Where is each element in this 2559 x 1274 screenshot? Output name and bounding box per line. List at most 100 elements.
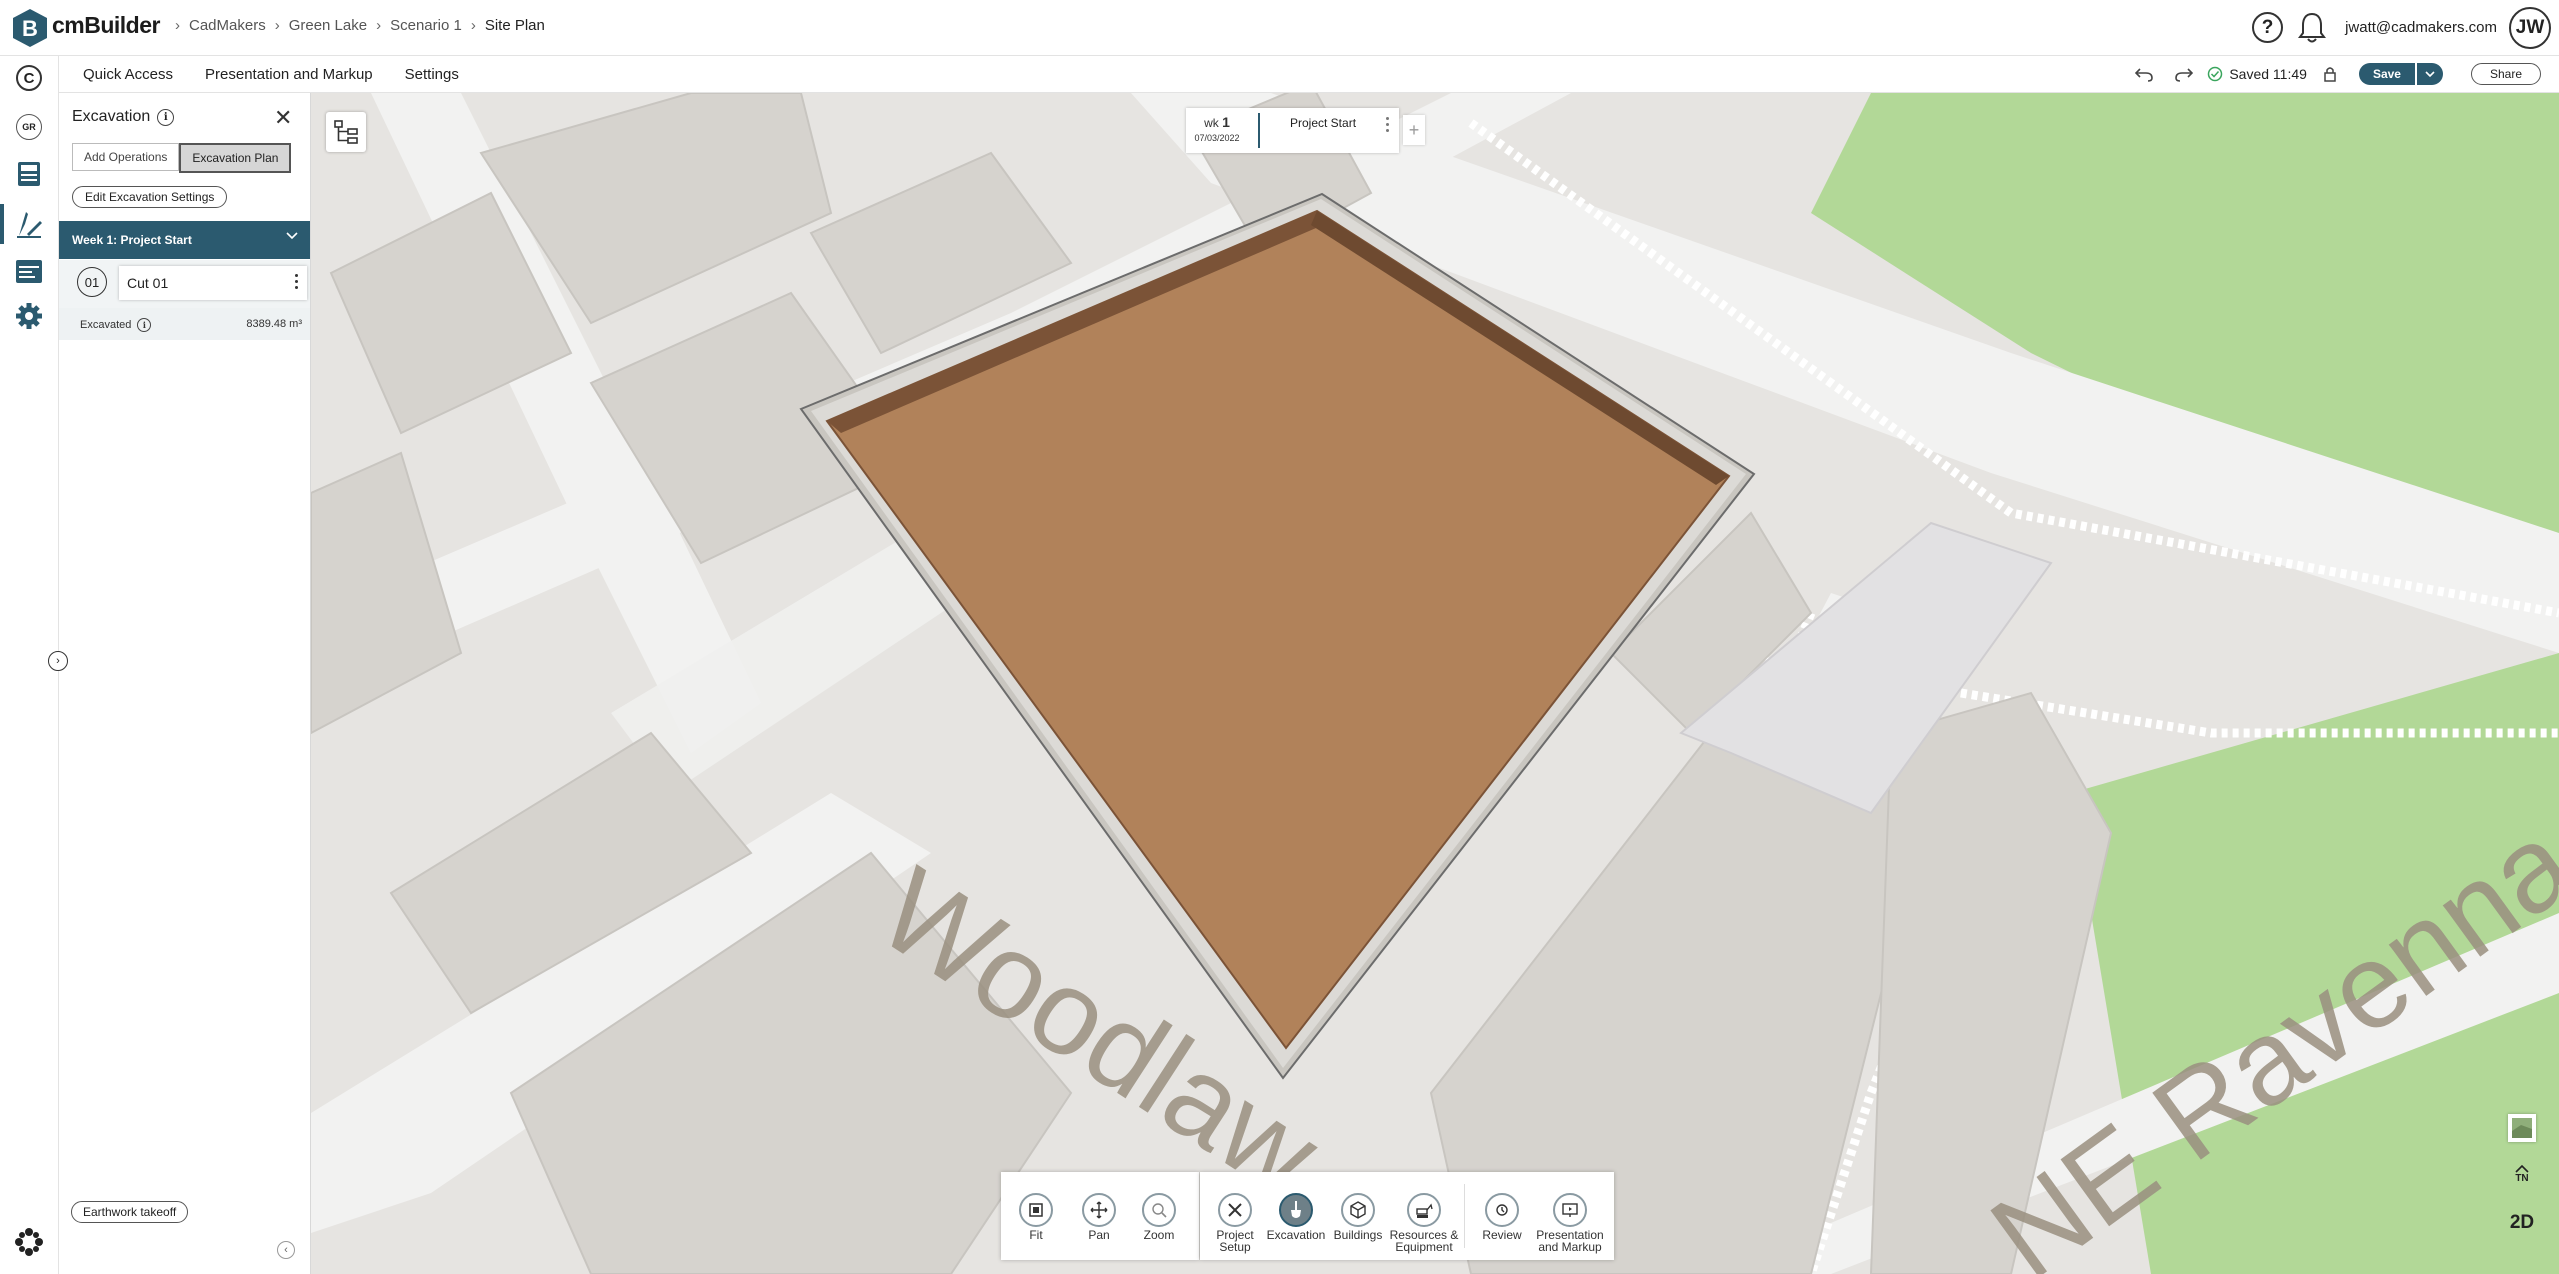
saved-text: Saved 11:49 xyxy=(2229,66,2307,82)
tab-excavation-plan[interactable]: Excavation Plan xyxy=(179,143,292,173)
week-date: 07/03/2022 xyxy=(1194,133,1240,143)
list-item[interactable]: 01 Cut 01 xyxy=(59,260,310,308)
excavation-button[interactable]: Excavation xyxy=(1261,1172,1331,1260)
tab-add-operations[interactable]: Add Operations xyxy=(72,143,180,171)
earthwork-takeoff-button[interactable]: Earthwork takeoff xyxy=(71,1201,189,1223)
edit-excavation-settings-button[interactable]: Edit Excavation Settings xyxy=(72,186,228,208)
layer-tree-button[interactable] xyxy=(326,112,366,152)
chevron-left-icon[interactable]: ‹ xyxy=(277,1241,295,1259)
fit-button[interactable]: Fit xyxy=(1001,1172,1071,1260)
gear-icon[interactable] xyxy=(13,300,45,332)
header-actions: ? jwatt@cadmakers.com JW xyxy=(2252,0,2559,55)
cut-name: Cut 01 xyxy=(127,275,169,291)
check-circle-icon xyxy=(2208,66,2223,82)
redo-icon[interactable] xyxy=(2175,66,2194,82)
north-arrow-button[interactable]: TN xyxy=(2508,1160,2536,1188)
excavated-label: Excavated xyxy=(80,319,132,331)
menu-presentation-markup[interactable]: Presentation and Markup xyxy=(205,66,373,83)
north-arrow-icon xyxy=(2515,1164,2529,1173)
add-week-button[interactable]: + xyxy=(1403,115,1425,145)
chevron-right-icon: › xyxy=(376,17,382,34)
cut-number-badge: 01 xyxy=(77,267,107,297)
undo-icon[interactable] xyxy=(2135,66,2154,82)
review-label: Review xyxy=(1482,1228,1522,1242)
excavation-label: Excavation xyxy=(1266,1228,1326,1242)
presentation-label-2: and Markup xyxy=(1538,1240,1602,1254)
share-button[interactable]: Share xyxy=(2470,63,2541,85)
calculator-icon[interactable] xyxy=(13,158,45,190)
active-indicator xyxy=(0,204,4,244)
view-controls: Fit Pan Zoom xyxy=(1001,1172,1199,1260)
more-options-icon[interactable] xyxy=(1386,117,1389,135)
tools-icon xyxy=(1218,1193,1252,1227)
week-timeline[interactable]: wk 1 07/03/2022 Project Start xyxy=(1186,108,1399,153)
toolbar-divider xyxy=(1464,1184,1465,1248)
breadcrumb-item-current: Site Plan xyxy=(484,17,545,34)
project-setup-label-2: Setup xyxy=(1219,1240,1251,1254)
building-icon xyxy=(1341,1193,1375,1227)
review-button[interactable]: Review xyxy=(1467,1172,1537,1260)
week-num: 1 xyxy=(1222,114,1230,130)
presentation-markup-button[interactable]: Presentation and Markup xyxy=(1535,1172,1605,1260)
cut-card[interactable]: Cut 01 xyxy=(119,266,307,300)
avatar[interactable]: JW xyxy=(2509,6,2551,49)
main-menu: Quick Access Presentation and Markup Set… xyxy=(59,56,467,92)
site-map[interactable]: Woodlaw NE Ravenna xyxy=(311,93,2559,1274)
svg-text:B: B xyxy=(22,16,38,41)
presentation-label: Presentation and Markup xyxy=(1535,1229,1605,1253)
view-mode-toggle[interactable]: 2D xyxy=(2508,1209,2536,1237)
question-icon[interactable]: ? xyxy=(2252,12,2284,43)
presentation-icon xyxy=(1553,1193,1587,1227)
resources-label: Resources & Equipment xyxy=(1389,1229,1459,1253)
week-header[interactable]: Week 1: Project Start xyxy=(59,221,310,259)
panel-title-text: Excavation xyxy=(72,108,151,125)
excavator-icon xyxy=(1407,1193,1441,1227)
week-header-label: Week 1: Project Start xyxy=(72,233,192,247)
save-button[interactable]: Save xyxy=(2358,63,2415,85)
schedule-icon[interactable] xyxy=(13,255,45,287)
shovel-icon xyxy=(1279,1193,1313,1227)
close-icon[interactable]: ✕ xyxy=(274,105,292,131)
c-logo-icon[interactable]: C xyxy=(13,62,45,94)
zoom-button[interactable]: Zoom xyxy=(1124,1172,1194,1260)
map-viewport[interactable]: Woodlaw NE Ravenna xyxy=(311,93,2559,1274)
network-icon[interactable] xyxy=(13,1226,45,1258)
save-dropdown-button[interactable] xyxy=(2416,63,2443,85)
timeline-divider xyxy=(1258,113,1260,148)
menu-settings[interactable]: Settings xyxy=(405,66,459,83)
fit-icon xyxy=(1019,1193,1053,1227)
chevron-down-icon[interactable] xyxy=(286,232,298,240)
menu-bar: Quick Access Presentation and Markup Set… xyxy=(59,56,2559,93)
info-icon[interactable]: i xyxy=(157,108,175,126)
review-icon xyxy=(1485,1193,1519,1227)
design-tool-icon[interactable] xyxy=(13,208,45,240)
info-icon[interactable]: i xyxy=(137,318,152,332)
save-status: Saved 11:49 xyxy=(2207,66,2307,82)
week-label: wk xyxy=(1204,116,1219,130)
lock-icon[interactable] xyxy=(2323,66,2337,82)
breadcrumb-item-project[interactable]: Green Lake xyxy=(289,17,367,34)
breadcrumb-item-company[interactable]: CadMakers xyxy=(189,17,266,34)
basemap-toggle-button[interactable] xyxy=(2508,1114,2536,1142)
gr-badge[interactable]: GR xyxy=(13,111,45,143)
more-options-icon[interactable] xyxy=(295,274,298,292)
menu-quick-access[interactable]: Quick Access xyxy=(83,66,173,83)
excavated-label-wrap: Excavated i xyxy=(80,318,152,332)
week-number: wk 1 xyxy=(1194,114,1240,130)
top-bar: B cmBuilder › CadMakers › Green Lake › S… xyxy=(0,0,2559,56)
chevron-right-icon: › xyxy=(175,17,180,34)
chevron-right-icon[interactable]: › xyxy=(48,651,68,671)
resources-equipment-button[interactable]: Resources & Equipment xyxy=(1389,1172,1459,1260)
breadcrumb-item-scenario[interactable]: Scenario 1 xyxy=(390,17,462,34)
phase-name: Project Start xyxy=(1290,116,1357,130)
fit-label: Fit xyxy=(1029,1228,1043,1242)
user-email[interactable]: jwatt@cadmakers.com xyxy=(2345,19,2497,36)
project-setup-button[interactable]: Project Setup xyxy=(1200,1172,1270,1260)
brand-name: cmBuilder xyxy=(52,12,160,38)
excavated-summary: Excavated i 8389.48 m³ xyxy=(59,308,310,340)
true-north-label: TN xyxy=(2515,1172,2529,1184)
excavation-panel: Excavation i ✕ Add Operations Excavation… xyxy=(59,93,311,1274)
bell-icon[interactable] xyxy=(2297,11,2327,45)
cmbuilder-logo-icon[interactable]: B xyxy=(10,8,50,48)
buildings-button[interactable]: Buildings xyxy=(1323,1172,1393,1260)
